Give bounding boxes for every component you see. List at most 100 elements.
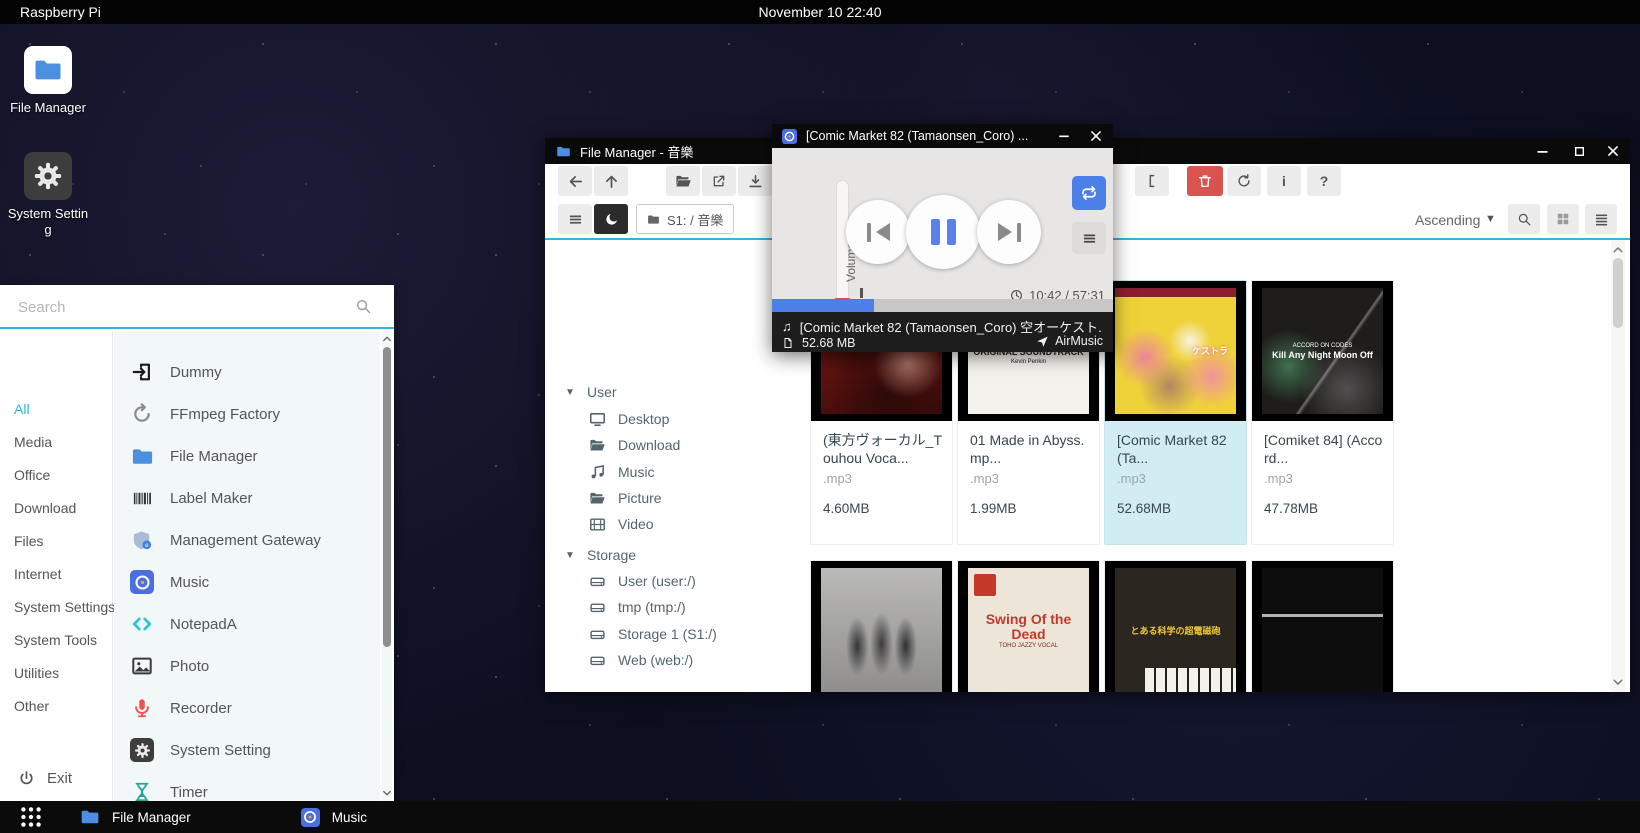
folder-open-icon [589,437,606,454]
tree-item-picture[interactable]: Picture [589,485,662,511]
scroll-down-icon[interactable] [1611,675,1625,689]
close-button[interactable] [1087,127,1105,145]
tree-section-storage[interactable]: ▼ Storage [565,542,636,568]
category-download[interactable]: Download [14,498,76,518]
scroll-down-icon[interactable] [381,787,393,799]
category-office[interactable]: Office [14,465,50,485]
download-button[interactable] [738,166,772,196]
app-item-management-gateway[interactable]: Management Gateway [114,519,380,561]
tree-item-download[interactable]: Download [589,432,680,458]
category-system-tools[interactable]: System Tools [14,630,97,650]
playlist-menu-button[interactable] [1072,222,1106,254]
close-button[interactable] [1604,142,1622,160]
output-device: AirMusic [1055,334,1103,348]
search-icon [355,298,372,315]
previous-icon [867,223,871,242]
grid-view-button[interactable] [1547,204,1579,234]
app-item-music[interactable]: Music [114,561,380,603]
minimize-button[interactable] [1055,127,1073,145]
category-all[interactable]: All [14,399,30,419]
desktop-icon-system-setting[interactable]: System Setting [0,152,96,238]
open-folder-button[interactable] [666,166,700,196]
info-button[interactable]: i [1267,166,1301,196]
category-system-settings[interactable]: System Settings [14,597,115,617]
dark-mode-toggle[interactable] [594,204,628,234]
tree-item-user-drive[interactable]: User (user:/) [589,568,696,594]
category-files[interactable]: Files [14,531,44,551]
file-card[interactable] [1251,560,1394,692]
app-item-recorder[interactable]: Recorder [114,687,380,729]
category-other[interactable]: Other [14,696,49,716]
tree-item-tmp-drive[interactable]: tmp (tmp:/) [589,594,686,620]
app-item-notepada[interactable]: NotepadA [114,603,380,645]
monitor-icon [589,411,606,428]
category-utilities[interactable]: Utilities [14,663,59,683]
file-grid-scrollbar[interactable] [1611,240,1625,692]
pause-icon [931,219,940,245]
scrollbar-thumb[interactable] [383,347,391,647]
window-title: File Manager - 音樂 [580,142,693,161]
open-external-button[interactable] [702,166,736,196]
search-input[interactable] [18,293,338,321]
code-icon [130,612,154,636]
drive-icon [589,573,606,590]
file-card[interactable]: Swing Of the Dead TOHO JAZZY VOCAL [957,560,1100,692]
tree-item-desktop[interactable]: Desktop [589,406,669,432]
exit-button[interactable]: Exit [18,770,72,787]
tree-item-music[interactable]: Music [589,459,655,485]
help-button[interactable]: ? [1307,166,1341,196]
maximize-button[interactable] [1570,142,1588,160]
progress-bar[interactable] [772,299,1113,312]
hourglass-icon [130,780,154,801]
player-controls: + Volume 10:42 / 57:31 [772,148,1113,305]
rename-button[interactable] [1135,166,1169,196]
refresh-button[interactable] [1227,166,1261,196]
app-item-photo[interactable]: Photo [114,645,380,687]
category-internet[interactable]: Internet [14,564,61,584]
sort-order-select[interactable]: Ascending [1415,212,1480,228]
next-track-button[interactable] [977,200,1041,264]
scroll-up-icon[interactable] [381,333,393,345]
tree-item-storage1-drive[interactable]: Storage 1 (S1:/) [589,621,717,647]
app-item-system-setting[interactable]: System Setting [114,729,380,771]
up-button[interactable] [594,166,628,196]
category-media[interactable]: Media [14,432,52,452]
app-item-ffmpeg-factory[interactable]: FFmpeg Factory [114,393,380,435]
list-view-button[interactable] [1585,204,1617,234]
tree-item-web-drive[interactable]: Web (web:/) [589,647,693,673]
minimize-button[interactable] [1533,142,1551,160]
progress-fill [772,299,874,312]
file-card[interactable] [810,560,953,692]
app-item-timer[interactable]: Timer [114,771,380,801]
back-button[interactable] [558,166,592,196]
search-button[interactable] [1508,204,1540,234]
repeat-button[interactable] [1072,176,1106,210]
file-card[interactable]: とある科学の超電磁砲 [1104,560,1247,692]
file-card-selected[interactable]: ケストラ [Comic Market 82 (Ta... .mp3 52.68M… [1104,280,1247,545]
desktop-icon-file-manager[interactable]: File Manager [0,46,96,116]
tree-item-video[interactable]: Video [589,511,654,537]
chevron-down-icon: ▼ [565,550,577,561]
breadcrumb[interactable]: S1: / 音樂 [636,204,734,234]
window-title: [Comic Market 82 (Tamaonsen_Coro) ... [806,129,1028,143]
airplay-send-icon [1036,335,1049,348]
app-item-label-maker[interactable]: Label Maker [114,477,380,519]
app-item-dummy[interactable]: Dummy [114,351,380,393]
file-icon [782,337,794,349]
delete-button[interactable] [1187,166,1223,196]
album-art: Swing Of the Dead TOHO JAZZY VOCAL [958,561,1099,692]
pause-button[interactable] [906,195,980,269]
app-item-file-manager[interactable]: File Manager [114,435,380,477]
menu-button[interactable] [558,204,592,234]
music-player-titlebar[interactable]: [Comic Market 82 (Tamaonsen_Coro) ... [772,124,1113,148]
app-list-scrollbar[interactable] [382,331,392,801]
scroll-up-icon[interactable] [1611,243,1625,257]
file-card[interactable]: ACCORD ON CODES Kill Any Night Moon Off … [1251,280,1394,545]
taskbar-item-file-manager[interactable]: File Manager [80,807,191,827]
tree-section-user[interactable]: ▼ User [565,379,617,405]
chevron-down-icon: ▼ [1485,213,1496,225]
app-launcher-button[interactable] [18,804,44,830]
taskbar-item-music[interactable]: Music [301,808,367,827]
previous-track-button[interactable] [846,200,910,264]
scrollbar-thumb[interactable] [1613,258,1623,328]
